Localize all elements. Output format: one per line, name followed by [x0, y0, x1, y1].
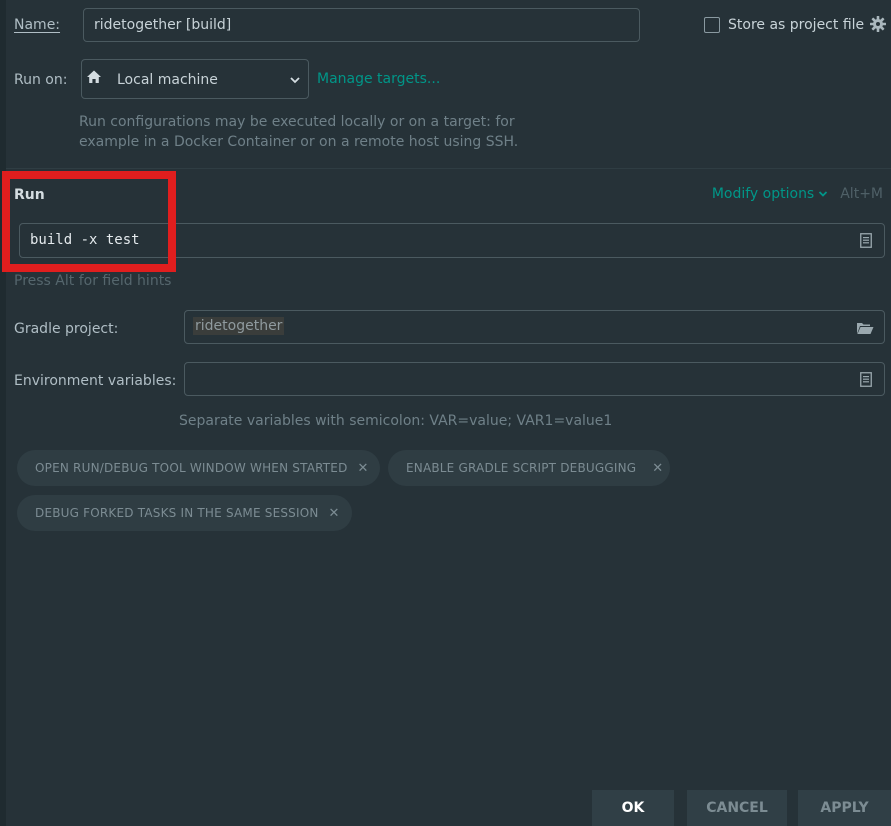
gradle-project-label: Gradle project:	[14, 321, 119, 337]
name-label-text: Name:	[14, 17, 61, 33]
expand-field-icon[interactable]	[860, 233, 872, 248]
run-on-description: Run configurations may be executed local…	[79, 112, 599, 152]
name-label: Name:	[14, 17, 60, 33]
field-hints-text: Press Alt for field hints	[14, 273, 172, 289]
run-on-description-line1: Run configurations may be executed local…	[79, 114, 515, 130]
store-as-project-file-label[interactable]: Store as project file	[728, 17, 864, 33]
modify-options-group: Modify options Alt+M	[712, 186, 883, 202]
modify-options-shortcut: Alt+M	[840, 186, 883, 202]
store-as-project-file-checkbox[interactable]	[704, 17, 720, 33]
highlight-box	[2, 171, 176, 272]
name-field[interactable]: ridetogether [build]	[83, 8, 640, 42]
name-field-value: ridetogether [build]	[94, 17, 232, 33]
run-on-selected-value: Local machine	[117, 72, 218, 88]
option-chip-label: ENABLE GRADLE SCRIPT DEBUGGING	[406, 461, 637, 475]
option-chip-open-tool-window[interactable]: OPEN RUN/DEBUG TOOL WINDOW WHEN STARTED …	[17, 450, 380, 486]
environment-variables-label: Environment variables:	[14, 373, 177, 389]
close-icon[interactable]: ✕	[358, 461, 369, 476]
option-chip-debug-forked-tasks[interactable]: DEBUG FORKED TASKS IN THE SAME SESSION ✕	[17, 495, 352, 531]
cancel-button[interactable]: CANCEL	[687, 790, 787, 826]
close-icon[interactable]: ✕	[329, 506, 340, 521]
run-on-select[interactable]: Local machine	[81, 59, 309, 99]
gear-icon[interactable]	[869, 15, 887, 33]
modify-options-chevron-icon[interactable]	[818, 190, 828, 198]
chevron-down-icon	[289, 75, 301, 85]
modify-options-link[interactable]: Modify options	[712, 186, 814, 202]
folder-icon[interactable]	[856, 321, 874, 335]
option-chip-label: OPEN RUN/DEBUG TOOL WINDOW WHEN STARTED	[35, 461, 348, 475]
apply-button[interactable]: APPLY	[798, 790, 891, 826]
dialog-left-border	[0, 0, 6, 826]
option-chip-gradle-script-debugging[interactable]: ENABLE GRADLE SCRIPT DEBUGGING ✕	[388, 450, 670, 486]
edit-environment-variables-icon[interactable]	[860, 372, 872, 387]
ok-button[interactable]: OK	[592, 790, 674, 826]
section-divider	[6, 168, 891, 169]
close-icon[interactable]: ✕	[652, 461, 663, 476]
run-on-description-line2: example in a Docker Container or on a re…	[79, 134, 519, 150]
environment-variables-field[interactable]	[184, 362, 885, 396]
gradle-project-field[interactable]: ridetogether	[184, 310, 885, 344]
environment-variables-hint: Separate variables with semicolon: VAR=v…	[179, 413, 613, 429]
run-on-label: Run on:	[14, 72, 68, 88]
home-icon	[86, 69, 102, 85]
option-chip-label: DEBUG FORKED TASKS IN THE SAME SESSION	[35, 506, 319, 520]
gradle-project-value: ridetogether	[193, 317, 285, 335]
manage-targets-link[interactable]: Manage targets...	[317, 71, 440, 87]
